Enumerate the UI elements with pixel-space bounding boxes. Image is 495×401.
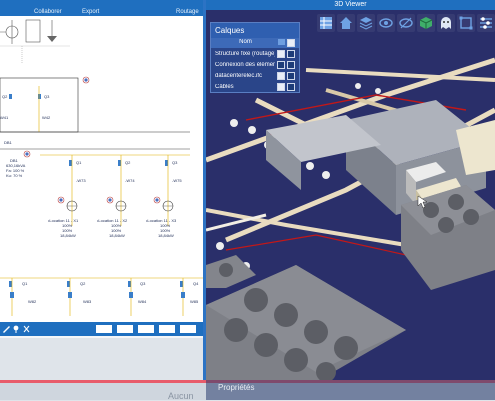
layout-icon-1[interactable] [96, 325, 112, 333]
layer-select-checkbox[interactable] [287, 71, 295, 80]
svg-text:Q3: Q3 [44, 94, 50, 99]
svg-text:Q2: Q2 [125, 160, 131, 165]
svg-text:Q2: Q2 [80, 281, 86, 286]
feeder-1[interactable]: Q1 -W73 •Location 11 - X1 100% 100% 18,8… [48, 155, 86, 238]
top-breaker-q2[interactable]: Q2 [2, 94, 12, 99]
layout-icon-4[interactable] [159, 325, 175, 333]
layer-visibility-checkbox[interactable] [277, 71, 285, 80]
ghost-icon[interactable] [437, 14, 455, 32]
layer-name: Structure fixe (routage) [215, 50, 275, 57]
svg-text:Q2: Q2 [2, 94, 8, 99]
svg-text:18,84kW: 18,84kW [60, 233, 76, 238]
pin-icon[interactable] [13, 325, 19, 333]
home-icon[interactable] [337, 14, 355, 32]
svg-text:Q3: Q3 [172, 160, 178, 165]
layer-row[interactable]: Câbles [211, 81, 299, 92]
layer-row[interactable]: Structure fixe (routage) [211, 48, 299, 59]
schematic-pane: Collaborer Export Routage Q2 Q3 W41 W42 … [0, 0, 203, 338]
layer-visibility-checkbox[interactable] [277, 49, 285, 58]
layout-icon-2[interactable] [117, 325, 133, 333]
svg-text:-W73: -W73 [76, 178, 86, 183]
chiller-unit-small[interactable] [401, 185, 495, 290]
svg-text:Ku: 70 %: Ku: 70 % [6, 173, 23, 178]
grid-icon[interactable] [317, 14, 335, 32]
layers-icon[interactable] [357, 14, 375, 32]
svg-text:W84: W84 [138, 299, 147, 304]
svg-text:W85: W85 [190, 299, 199, 304]
layer-name: Câbles [215, 83, 234, 90]
symbol-palette[interactable] [0, 19, 70, 47]
viewer-title: 3D Viewer [206, 0, 495, 10]
svg-text:Q3: Q3 [140, 281, 146, 286]
schematic-toolbar [0, 322, 203, 336]
svg-text:W83: W83 [83, 299, 92, 304]
layers-column-header: Nom [211, 38, 299, 48]
svg-text:Q1: Q1 [22, 281, 28, 286]
close-icon[interactable] [23, 325, 30, 333]
svg-text:W82: W82 [28, 299, 37, 304]
svg-text:W41: W41 [0, 115, 9, 120]
svg-text:Q1: Q1 [76, 160, 82, 165]
layer-name: Connexion des éléments [215, 61, 275, 68]
svg-text:-W75: -W75 [172, 178, 182, 183]
db-info: DB1 630,16kVA Fa: 100 % Ku: 70 % [6, 158, 26, 178]
chiller-unit-left[interactable] [206, 255, 256, 288]
layout-icon-3[interactable] [138, 325, 154, 333]
visibility-column-icon [278, 39, 285, 45]
feeder-3[interactable]: Q3 -W75 •Location 11 - X3 100% 100% 18,8… [146, 155, 182, 238]
cube-icon[interactable] [417, 14, 435, 32]
svg-text:DB1: DB1 [4, 140, 13, 145]
svg-text:Q4: Q4 [193, 281, 199, 286]
layer-select-checkbox[interactable] [287, 82, 295, 91]
schematic-diagram[interactable]: Q2 Q3 W41 W42 DB1 DB1 630,16kVA Fa: 100 … [0, 16, 203, 322]
layers-panel: Calques Nom Structure fixe (routage) Con… [210, 22, 300, 93]
layer-row[interactable]: Connexion des éléments [211, 59, 299, 70]
layer-select-checkbox[interactable] [287, 60, 295, 69]
layers-column-name: Nom [239, 39, 252, 45]
svg-text:W42: W42 [42, 115, 51, 120]
eye-icon[interactable] [377, 14, 395, 32]
schematic-footer [0, 336, 203, 338]
layer-row[interactable]: datacenterelec.ifc [211, 70, 299, 81]
top-breaker-q3[interactable]: Q3 [38, 94, 50, 99]
layer-visibility-checkbox[interactable] [277, 60, 285, 69]
svg-text:18,84kW: 18,84kW [109, 233, 125, 238]
layer-select-checkbox[interactable] [287, 49, 295, 58]
layer-name: datacenterelec.ifc [215, 72, 263, 79]
select-all-checkbox[interactable] [287, 39, 295, 47]
ribbon: Collaborer Export Routage [0, 0, 203, 16]
layer-visibility-checkbox[interactable] [277, 82, 285, 91]
sliders-icon[interactable] [477, 14, 495, 32]
ribbon-tab-routage[interactable]: Routage [176, 8, 199, 16]
layout-icon-5[interactable] [180, 325, 196, 333]
eye-alt-icon[interactable] [397, 14, 415, 32]
layers-panel-title: Calques [211, 23, 299, 38]
svg-text:18,84kW: 18,84kW [158, 233, 174, 238]
ribbon-tab-collaborer[interactable]: Collaborer [34, 8, 62, 16]
3d-viewer[interactable]: Calques Nom Structure fixe (routage) Con… [206, 10, 495, 382]
select-icon[interactable] [457, 14, 475, 32]
svg-text:-W74: -W74 [125, 178, 135, 183]
feeder-2[interactable]: Q2 -W74 •Location 11 - X2 100% 100% 18,8… [97, 155, 135, 238]
viewer-toolbar [317, 14, 495, 36]
properties-title: Propriétés [218, 383, 255, 392]
pencil-icon[interactable] [3, 326, 10, 333]
ribbon-tab-export[interactable]: Export [82, 8, 99, 16]
